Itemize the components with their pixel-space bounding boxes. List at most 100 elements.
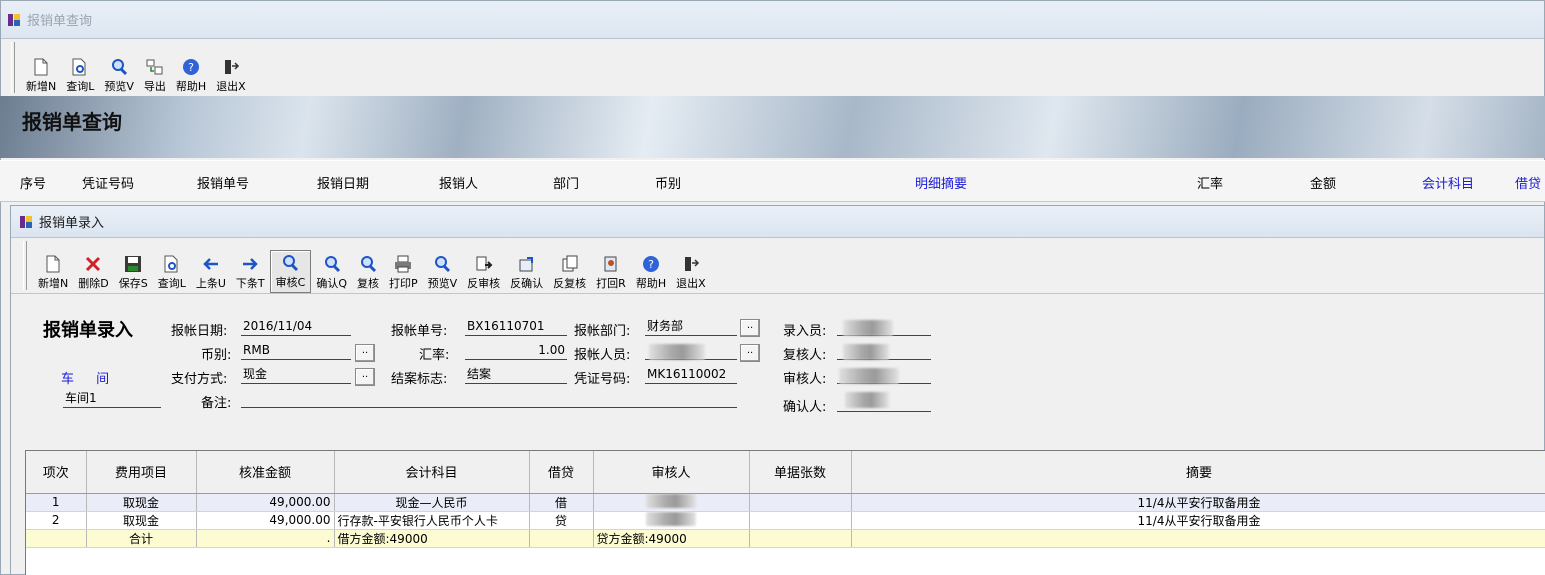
currency-field[interactable]: RMB xyxy=(241,342,351,360)
child-toolbar: 新增N 删除D 保存S 查询L 上条U 下条T 审核C 确认Q 复核 打印P 预… xyxy=(11,238,1544,294)
grid-col-account[interactable]: 会计科目 xyxy=(334,451,530,494)
currency-lookup-button[interactable]: .. xyxy=(355,344,375,362)
row-doc-count[interactable] xyxy=(749,493,852,512)
person-lookup-button[interactable]: .. xyxy=(740,344,760,362)
person-label: 报帐人员: xyxy=(574,348,631,363)
close-flag-field[interactable]: 结案 xyxy=(465,366,567,384)
col-detail-summary[interactable]: 明细摘要 xyxy=(915,173,967,192)
grid-col-doc-count[interactable]: 单据张数 xyxy=(749,451,852,494)
row-no[interactable]: 1 xyxy=(26,493,87,512)
row-dc[interactable]: 借 xyxy=(529,493,594,512)
query-doc-icon xyxy=(162,254,182,274)
row-auditor[interactable] xyxy=(593,511,750,530)
outer-export-button[interactable]: 导出 xyxy=(139,55,171,96)
rate-label: 汇率: xyxy=(419,348,450,363)
pay-method-lookup-button[interactable]: .. xyxy=(355,368,375,386)
child-unaudit-button[interactable]: 反审核 xyxy=(462,252,505,293)
rate-field[interactable]: 1.00 xyxy=(465,342,567,360)
outer-exit-button[interactable]: 退出X xyxy=(211,55,251,96)
row-no[interactable]: 2 xyxy=(26,511,87,530)
row-summary[interactable]: 11/4从平安行取备用金 xyxy=(851,493,1545,512)
grid-col-summary[interactable]: 摘要 xyxy=(851,451,1545,494)
report-no-field[interactable]: BX16110701 xyxy=(465,318,567,336)
outer-export-label: 导出 xyxy=(143,80,166,93)
banner-title: 报销单查询 xyxy=(22,110,122,134)
magnifier-icon xyxy=(280,253,300,273)
total-blank xyxy=(26,529,87,548)
child-preview-button[interactable]: 预览V xyxy=(423,252,463,293)
col-voucher-no[interactable]: 凭证号码 xyxy=(82,173,134,192)
row-summary[interactable]: 11/4从平安行取备用金 xyxy=(851,511,1545,530)
child-audit-label: 审核C xyxy=(275,276,306,289)
col-debit-credit[interactable]: 借贷 xyxy=(1515,173,1541,192)
table-row[interactable]: 2 取现金 49,000.00 行存款-平安银行人民币个人卡 贷 11/4从平安… xyxy=(26,511,1545,530)
child-audit-button[interactable]: 审核C xyxy=(269,250,312,293)
report-date-field[interactable]: 2016/11/04 xyxy=(241,318,351,336)
grid-col-dc[interactable]: 借贷 xyxy=(529,451,594,494)
row-item[interactable]: 取现金 xyxy=(86,511,197,530)
col-reporter[interactable]: 报销人 xyxy=(439,173,478,192)
child-help-button[interactable]: ? 帮助H xyxy=(631,252,671,293)
col-rate[interactable]: 汇率 xyxy=(1197,173,1223,192)
outer-help-label: 帮助H xyxy=(175,80,207,93)
row-auditor[interactable] xyxy=(593,493,750,512)
row-item[interactable]: 取现金 xyxy=(86,493,197,512)
child-delete-button[interactable]: 删除D xyxy=(73,252,113,293)
grid-col-item[interactable]: 费用项目 xyxy=(86,451,197,494)
grid-col-auditor[interactable]: 审核人 xyxy=(593,451,750,494)
outer-new-label: 新增N xyxy=(26,80,57,93)
query-doc-icon xyxy=(70,57,90,77)
outer-help-button[interactable]: ? 帮助H xyxy=(171,55,211,96)
outer-preview-button[interactable]: 预览V xyxy=(99,55,139,96)
row-amount[interactable]: 49,000.00 xyxy=(196,511,335,530)
child-save-button[interactable]: 保存S xyxy=(114,252,153,293)
child-unreview-button[interactable]: 反复核 xyxy=(548,252,591,293)
grid-col-no[interactable]: 项次 xyxy=(26,451,87,494)
child-exit-button[interactable]: 退出X xyxy=(671,252,711,293)
child-query-button[interactable]: 查询L xyxy=(153,252,191,293)
col-department[interactable]: 部门 xyxy=(553,173,579,192)
child-new-button[interactable]: 新增N xyxy=(33,252,73,293)
child-confirm-button[interactable]: 确认Q xyxy=(311,252,352,293)
row-amount[interactable]: 49,000.00 xyxy=(196,493,335,512)
table-row[interactable]: 1 取现金 49,000.00 现金—人民币 借 11/4从平安行取备用金 xyxy=(26,493,1545,512)
col-report-no[interactable]: 报销单号 xyxy=(197,173,249,192)
child-window-title: 报销单录入 xyxy=(39,216,105,231)
child-return-button[interactable]: 打回R xyxy=(591,252,631,293)
outer-new-button[interactable]: 新增N xyxy=(21,55,61,96)
magnifier-icon xyxy=(432,254,452,274)
col-seq[interactable]: 序号 xyxy=(20,173,46,192)
child-review-label: 复核 xyxy=(357,277,379,290)
total-row: 合计 . 借方金额:49000 贷方金额:49000 xyxy=(26,529,1545,548)
child-print-label: 打印P xyxy=(389,277,418,290)
row-account[interactable]: 现金—人民币 xyxy=(334,493,530,512)
new-doc-icon xyxy=(43,254,63,274)
child-review-button[interactable]: 复核 xyxy=(352,252,384,293)
grid-col-amount[interactable]: 核准金额 xyxy=(196,451,335,494)
row-doc-count[interactable] xyxy=(749,511,852,530)
child-help-label: 帮助H xyxy=(635,277,667,290)
form-area: 报销单录入 报帐日期: 2016/11/04 报帐单号: BX16110701 … xyxy=(11,298,1544,443)
magnifier-icon xyxy=(322,254,342,274)
row-account[interactable]: 行存款-平安银行人民币个人卡 xyxy=(334,511,530,530)
child-next-button[interactable]: 下条T xyxy=(231,252,270,293)
workshop-field[interactable]: 车间1 xyxy=(63,390,161,408)
col-amount[interactable]: 金额 xyxy=(1310,173,1336,192)
entry-clerk-label: 录入员: xyxy=(783,324,827,339)
dept-lookup-button[interactable]: .. xyxy=(740,319,760,337)
child-prev-button[interactable]: 上条U xyxy=(191,252,231,293)
col-account[interactable]: 会计科目 xyxy=(1422,173,1474,192)
child-confirm-label: 确认Q xyxy=(316,277,347,290)
remark-field[interactable] xyxy=(241,390,737,408)
child-print-button[interactable]: 打印P xyxy=(384,252,423,293)
child-unconfirm-button[interactable]: 反确认 xyxy=(505,252,548,293)
col-report-date[interactable]: 报销日期 xyxy=(317,173,369,192)
dept-field[interactable]: 财务部 xyxy=(645,318,737,336)
pay-method-field[interactable]: 现金 xyxy=(241,366,351,384)
row-dc[interactable]: 贷 xyxy=(529,511,594,530)
workshop-label[interactable]: 车 间 xyxy=(61,368,109,387)
col-currency[interactable]: 币别 xyxy=(655,173,681,192)
outer-query-button[interactable]: 查询L xyxy=(61,55,99,96)
voucher-field[interactable]: MK16110002 xyxy=(645,366,737,384)
currency-label: 币别: xyxy=(201,348,232,363)
